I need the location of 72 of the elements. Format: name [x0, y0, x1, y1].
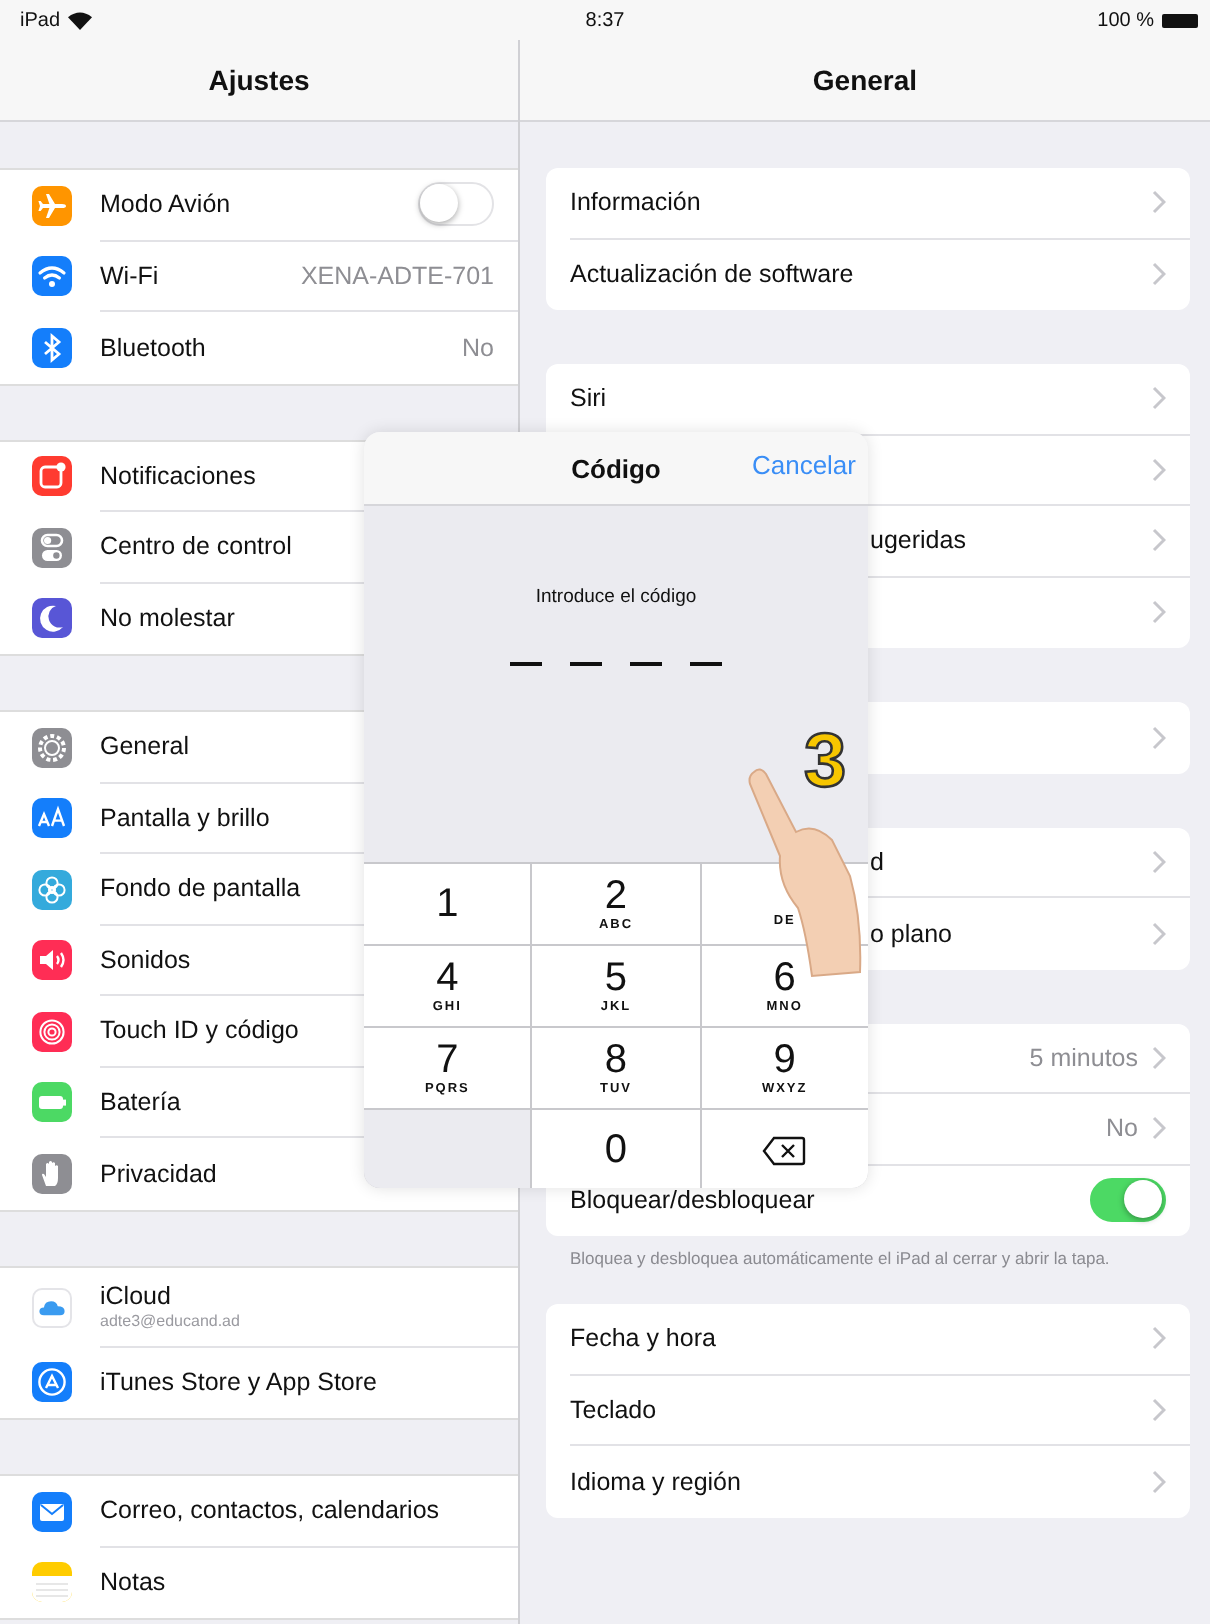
row-label[interactable]: Actualización de software: [570, 260, 854, 289]
sidebar-item[interactable]: Privacidad: [0, 1138, 518, 1209]
detail-title: General: [520, 40, 1210, 122]
passcode-prompt: Introduce el código: [535, 586, 697, 608]
wifi-icon: [68, 11, 93, 29]
row-value: 5 minutos: [1029, 1043, 1138, 1072]
sidebar-item[interactable]: iTunes Store y App Store: [0, 1347, 518, 1418]
item-label: Bluetooth: [100, 333, 206, 362]
toggle-switch[interactable]: [1090, 1178, 1166, 1223]
item-label: Wi-Fi: [100, 261, 159, 290]
sidebar-item[interactable]: Wi-Fi XENA-ADTE-701: [0, 241, 518, 312]
chevron-icon: [1152, 1045, 1166, 1070]
row-label[interactable]: o plano: [870, 919, 953, 948]
chevron-icon: [1152, 386, 1166, 411]
sidebar-item[interactable]: Correo, contactos, calendarios: [0, 1476, 518, 1547]
row-label[interactable]: d: [870, 847, 884, 876]
item-label: Notas: [100, 1568, 166, 1597]
backspace-icon: [762, 1135, 807, 1165]
chevron-icon: [1152, 600, 1166, 625]
item-label: Privacidad: [100, 1159, 217, 1188]
chevron-icon: [1152, 457, 1166, 482]
chevron-icon: [1152, 921, 1166, 946]
toggle-switch[interactable]: [418, 182, 494, 227]
row-label[interactable]: Siri: [570, 384, 607, 413]
item-label: Pantalla y brillo: [100, 803, 270, 832]
device-name: iPad: [20, 9, 61, 31]
chevron-icon: [1152, 725, 1166, 750]
item-label: General: [100, 732, 189, 761]
chevron-icon: [1152, 1116, 1166, 1141]
chevron-icon: [1152, 1326, 1166, 1351]
dialog-title: Código: [571, 453, 661, 483]
step-number: 3: [804, 724, 847, 800]
chevron-icon: [1152, 1397, 1166, 1422]
row-label[interactable]: Bloquear/desbloquear: [570, 1186, 815, 1215]
row-value: No: [1106, 1114, 1138, 1143]
chevron-icon: [1152, 528, 1166, 553]
row-label[interactable]: Idioma y región: [570, 1467, 741, 1496]
sidebar-item[interactable]: Bluetooth No: [0, 312, 518, 383]
item-label: Correo, contactos, calendarios: [100, 1496, 440, 1525]
item-label: iTunes Store y App Store: [100, 1368, 378, 1397]
item-value: No: [462, 333, 494, 362]
account-email: adte3@educand.ad: [100, 1312, 242, 1330]
item-value: XENA-ADTE-701: [300, 261, 494, 290]
chevron-icon: [1152, 262, 1166, 287]
item-label: Fondo de pantalla: [100, 874, 301, 903]
item-label: No molestar: [100, 604, 235, 633]
chevron-icon: [1152, 849, 1166, 874]
sidebar-item[interactable]: Modo Avión: [0, 170, 518, 241]
delete-key[interactable]: [701, 1110, 868, 1188]
keypad-key[interactable]: 1: [364, 864, 531, 944]
row-label[interactable]: Información: [570, 188, 701, 217]
row-label[interactable]: Fecha y hora: [570, 1324, 716, 1353]
sidebar-item[interactable]: No molestar: [0, 583, 518, 654]
item-label: Centro de control: [100, 532, 292, 561]
row-label[interactable]: ugeridas: [870, 526, 966, 555]
battery-percentage: 100 %: [1097, 9, 1154, 31]
battery-icon: [1162, 13, 1198, 27]
row-label[interactable]: Teclado: [570, 1395, 657, 1424]
item-label: Touch ID y código: [100, 1016, 299, 1045]
item-label: Modo Avión: [100, 190, 231, 219]
sidebar-item[interactable]: iCloud adte3@educand.ad: [0, 1267, 518, 1347]
keypad-key[interactable]: 0: [532, 1110, 700, 1188]
item-label: Notificaciones: [100, 461, 256, 490]
item-label: Batería: [100, 1087, 181, 1116]
sidebar-item[interactable]: Notas: [0, 1547, 518, 1618]
sidebar-title: Ajustes: [0, 40, 518, 122]
clock-time: 8:37: [585, 9, 625, 31]
item-label: Sonidos: [100, 945, 191, 974]
chevron-icon: [1152, 1469, 1166, 1494]
footer-note: Bloquea y desbloquea automáticamente el iPad al cerrar y abrir la tapa.: [570, 1248, 1112, 1271]
item-label: iCloud: [100, 1282, 173, 1310]
chevron-icon: [1152, 190, 1166, 215]
